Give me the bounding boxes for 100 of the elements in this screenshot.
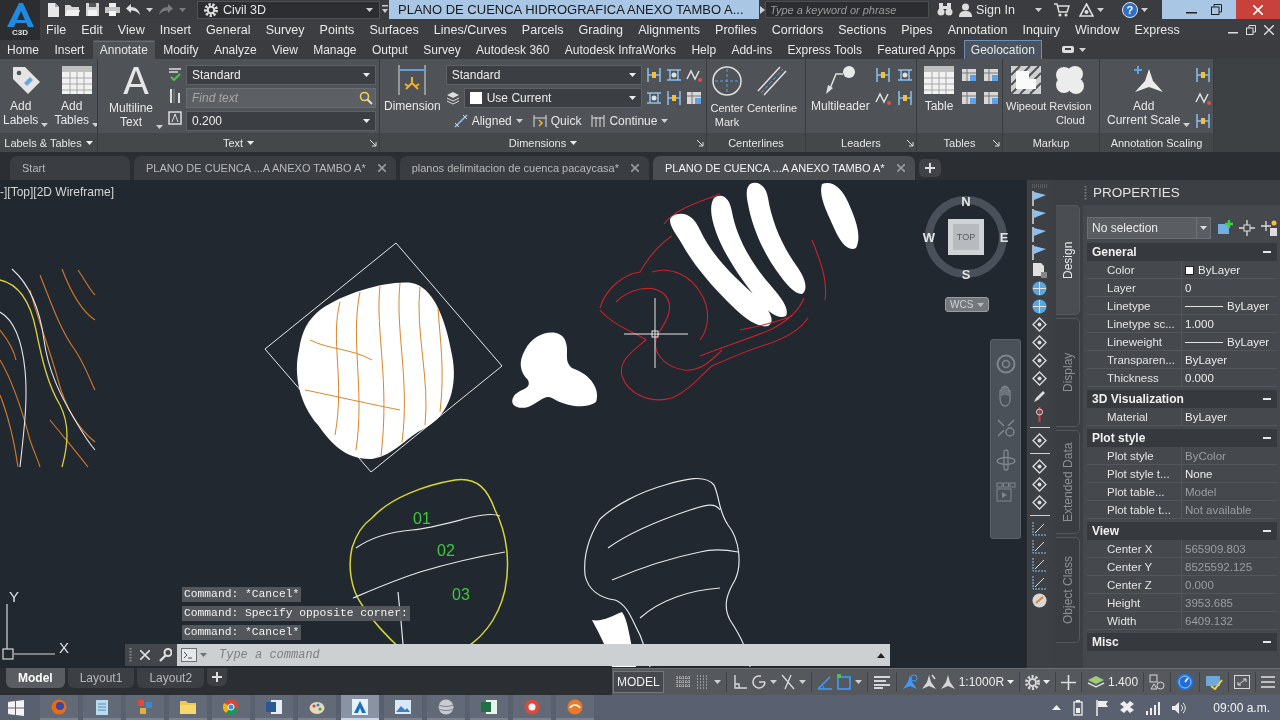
node-icon[interactable]: [1032, 477, 1047, 492]
dimension-style-dropdown[interactable]: Standard: [445, 65, 642, 85]
taskbar-app-button[interactable]: [427, 695, 465, 720]
ribbon-tab[interactable]: Analyze: [206, 40, 264, 59]
signal-bars-icon[interactable]: [1145, 700, 1162, 715]
collapse-icon[interactable]: [1263, 638, 1271, 646]
annotation-figure-icon[interactable]: [920, 674, 937, 690]
text-style-dropdown[interactable]: Standard: [186, 65, 376, 85]
property-value[interactable]: ByLayer: [1198, 264, 1241, 276]
shapes-icon[interactable]: [1149, 674, 1166, 690]
angle-icon[interactable]: [816, 674, 833, 690]
ribbon-tab[interactable]: Add-ins: [724, 40, 780, 59]
ribbon-button[interactable]: Centerline: [746, 63, 799, 115]
property-value[interactable]: ByLayer: [1185, 411, 1228, 423]
taskbar-app-button[interactable]: [384, 695, 422, 720]
property-value[interactable]: 0.000: [1185, 372, 1214, 384]
new-tab-button[interactable]: [918, 159, 941, 177]
ribbon-tab[interactable]: Survey: [416, 40, 468, 59]
leader-tool-icon[interactable]: [874, 90, 891, 106]
compass-ring-icon[interactable]: [924, 195, 1008, 279]
clock-text[interactable]: 09:00 a.m.: [1213, 700, 1270, 715]
taskbar-app-button[interactable]: [298, 695, 336, 720]
viewport-controls-label[interactable]: -][Top][2D Wireframe]: [0, 185, 115, 199]
palette-tab[interactable]: Extended Data: [1056, 430, 1080, 534]
diamonds-icon[interactable]: [1119, 700, 1136, 715]
property-value[interactable]: 0: [1185, 282, 1192, 294]
text-frame-icon[interactable]: [168, 111, 182, 125]
palette-tab[interactable]: Display: [1056, 318, 1080, 427]
dimension-tool-button[interactable]: Aligned: [453, 114, 523, 128]
property-value[interactable]: None: [1185, 468, 1213, 480]
property-value[interactable]: ByLayer: [1227, 336, 1270, 348]
crossed-lines-icon[interactable]: [779, 674, 796, 690]
collapse-icon[interactable]: [1263, 248, 1271, 256]
redo-icon[interactable]: [159, 4, 173, 15]
speaker-icon[interactable]: [1171, 700, 1188, 715]
menu-item[interactable]: Profiles: [715, 22, 757, 37]
flag-icon[interactable]: [1032, 191, 1047, 206]
menu-item[interactable]: Points: [319, 22, 355, 37]
document-icon[interactable]: [1032, 263, 1047, 278]
table-tool-icon[interactable]: [983, 67, 999, 83]
command-input-field[interactable]: Type a command: [209, 644, 872, 666]
property-section-header[interactable]: Misc: [1087, 633, 1277, 651]
dimension-tool-icon[interactable]: [665, 90, 682, 106]
flag-icon[interactable]: [1032, 245, 1047, 260]
taskbar-app-button[interactable]: [470, 695, 508, 720]
caret-icon[interactable]: [1043, 680, 1051, 684]
ribbon-button[interactable]: Center Mark: [709, 63, 745, 129]
annotation-figure-icon[interactable]: [901, 674, 918, 690]
leader-tool-icon[interactable]: [874, 67, 891, 83]
collapse-icon[interactable]: [1263, 527, 1271, 535]
compass-label[interactable]: W: [922, 230, 936, 244]
fullscreen-icon[interactable]: [1234, 675, 1251, 689]
menu-item[interactable]: Grading: [578, 22, 624, 37]
text-height-dropdown[interactable]: 0.200: [186, 111, 376, 131]
scale-tool-icon[interactable]: [1195, 90, 1212, 106]
wrench-icon[interactable]: [158, 648, 172, 662]
pencil-icon[interactable]: [1032, 389, 1047, 404]
node-icon[interactable]: [1032, 459, 1047, 474]
table-tool-icon[interactable]: [961, 67, 977, 83]
sphere-icon[interactable]: [1032, 593, 1047, 608]
ribbon-toggle-icon[interactable]: [1062, 45, 1076, 54]
grip-icon[interactable]: [1084, 185, 1087, 200]
ribbon-tab[interactable]: Modify: [156, 40, 206, 59]
ribbon-tab[interactable]: Output: [364, 40, 415, 59]
undo-icon[interactable]: [126, 4, 140, 15]
dimension-tool-button[interactable]: Continue: [591, 114, 669, 128]
scale-tool-icon[interactable]: [1195, 113, 1212, 129]
ribbon-button[interactable]: Table: [921, 63, 957, 113]
ribbon-button[interactable]: Multileader: [810, 63, 871, 113]
table-tool-icon[interactable]: [961, 90, 977, 106]
panel-title[interactable]: Text: [108, 136, 369, 149]
open-folder-icon[interactable]: [65, 3, 80, 16]
compass-label[interactable]: S: [961, 267, 971, 281]
ribbon-tab[interactable]: Geolocation: [963, 40, 1042, 59]
dimension-icon[interactable]: [1032, 539, 1047, 554]
layer-stack-icon[interactable]: [445, 91, 460, 105]
flag-icon[interactable]: [1095, 699, 1110, 716]
menu-item[interactable]: Survey: [265, 22, 305, 37]
polar-icon[interactable]: [750, 674, 767, 690]
pickadd-icon[interactable]: [1261, 220, 1277, 236]
menu-item[interactable]: Parcels: [521, 22, 564, 37]
text-height-icon[interactable]: [168, 88, 182, 104]
menu-item[interactable]: Sections: [838, 22, 887, 37]
grip-icon[interactable]: [129, 648, 132, 662]
node-icon[interactable]: [1032, 433, 1047, 448]
property-section-header[interactable]: View: [1087, 522, 1277, 540]
restore-icon[interactable]: [1211, 4, 1222, 15]
caret-icon[interactable]: [1140, 7, 1148, 12]
property-value[interactable]: 1.000: [1185, 318, 1214, 330]
search-field[interactable]: Type a keyword or phrase: [765, 1, 929, 18]
print-icon[interactable]: [105, 3, 120, 16]
network-triangle-icon[interactable]: [1078, 2, 1094, 17]
close-icon[interactable]: [631, 164, 639, 172]
leader-tool-icon[interactable]: [896, 67, 913, 83]
taskbar-app-button[interactable]: [40, 695, 78, 720]
grid-icon[interactable]: [675, 674, 692, 690]
caret-icon[interactable]: [1096, 7, 1104, 12]
ribbon-button[interactable]: Wipeout: [1005, 63, 1048, 113]
file-tab[interactable]: Start: [10, 156, 130, 180]
save-icon[interactable]: [86, 3, 99, 16]
